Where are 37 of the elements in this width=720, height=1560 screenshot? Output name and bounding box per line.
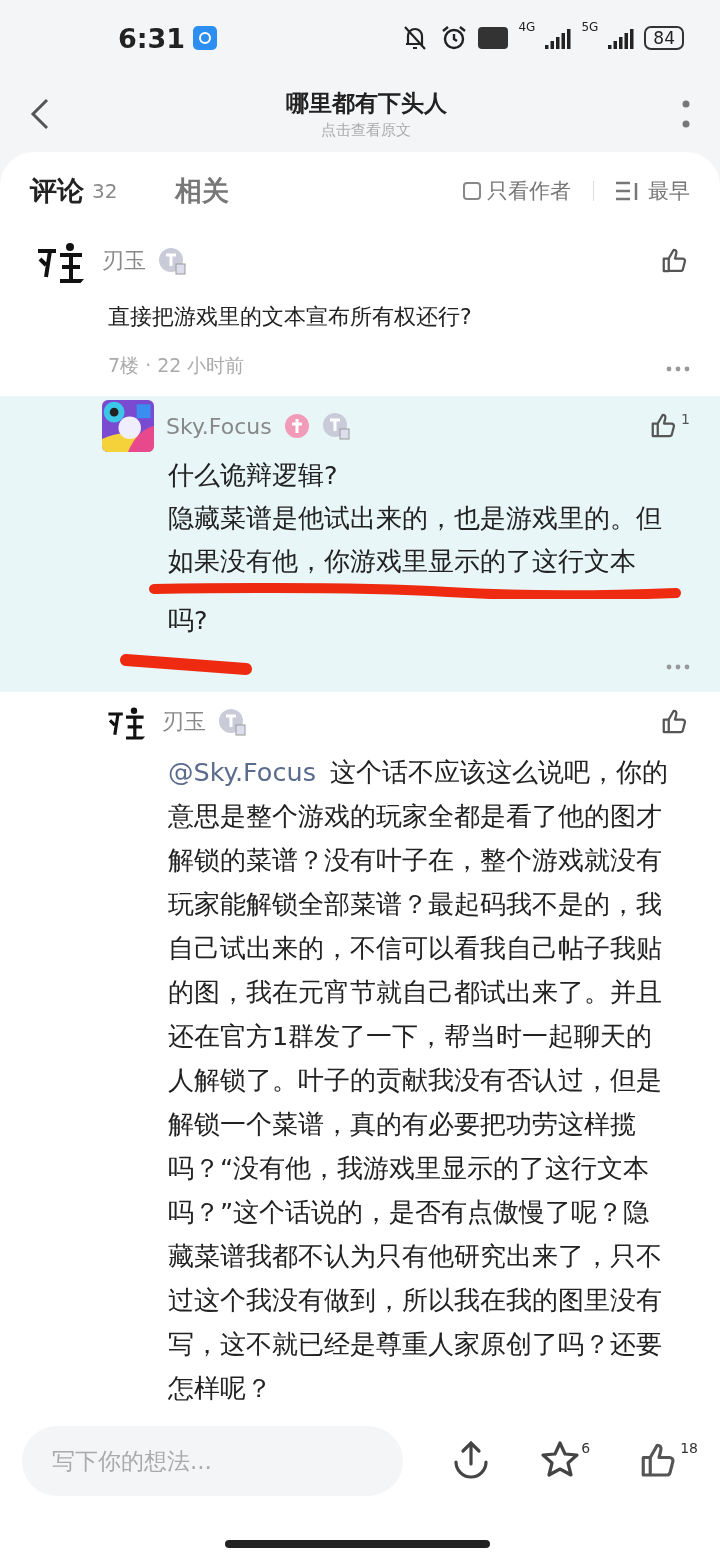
- more-icon[interactable]: [682, 100, 690, 128]
- like-button[interactable]: 18: [638, 1440, 698, 1482]
- like-button[interactable]: 1: [649, 411, 690, 441]
- more-icon[interactable]: [666, 663, 690, 670]
- badge-icon: [283, 413, 310, 439]
- tab[interactable]: 相关: [175, 173, 230, 209]
- signal-icon: [608, 27, 635, 49]
- app-notification-icon: [193, 26, 218, 50]
- network-label: 5G: [581, 20, 599, 34]
- hd-icon: [478, 27, 509, 49]
- level-badge-icon: [158, 247, 186, 275]
- author-name[interactable]: 刃玉: [102, 246, 146, 276]
- level-badge-icon: [321, 412, 350, 440]
- mention-link[interactable]: @Sky.Focus: [168, 757, 316, 787]
- comment-input[interactable]: 写下你的想法...: [22, 1426, 404, 1496]
- post-title: 哪里都有下头人: [285, 89, 447, 118]
- comment-meta: 7楼 · 22 小时前: [108, 353, 245, 378]
- tab[interactable]: 评论: [30, 173, 84, 209]
- status-time: 6:31: [118, 22, 186, 54]
- network-label: 4G: [518, 20, 536, 34]
- sort-button[interactable]: 最早: [616, 177, 690, 205]
- signal-icon: [545, 27, 572, 49]
- author-name[interactable]: Sky.Focus: [166, 413, 272, 439]
- more-icon[interactable]: [666, 365, 690, 372]
- favorite-button[interactable]: 6: [539, 1440, 591, 1480]
- reply-text: 隐藏菜谱是他试出来的，也是游戏里的。但如果没有他，你游戏里显示的了这行文本: [168, 502, 663, 578]
- battery-level: 84: [644, 26, 684, 50]
- comment-text: 直接把游戏里的文本宣布所有权还行?: [108, 303, 473, 331]
- reply-text: 吗?: [168, 604, 209, 637]
- level-badge-icon: [218, 708, 246, 736]
- author-name[interactable]: 刃玉: [162, 707, 206, 737]
- checkbox[interactable]: [463, 182, 481, 200]
- comment-count: 32: [92, 179, 118, 203]
- back-icon[interactable]: [30, 98, 50, 130]
- author-only-filter[interactable]: 只看作者: [463, 177, 571, 205]
- reply-text: @Sky.Focus 这个话不应该这么说吧，你的意思是整个游戏的玩家全都是看了他的图才解锁的菜谱？没有叶子在，整个游戏就没有玩家能解锁全部菜谱？最起码我不是的，我自己试出来的，不信可以看我自己帖子我贴的图，我在元宵节就自己都试出来了。并且还在官方1群发了一下，帮当时一起聊天的人解锁了。叶子的贡献我没有否认过，但是解锁一个菜谱，真的有必要把功劳这样揽吗？“没有他，我游戏里显示的了这行文本吗？”这个话说的，是否有点傲慢了呢？隐藏菜谱我都不认为只有他研究出来了，只不过这个我没有做到，所以我在我的图里没有写，这不就已经是尊重人家原创了吗？还要怎样呢？: [168, 756, 668, 1405]
- reply-text: 什么诡辩逻辑?: [168, 459, 339, 492]
